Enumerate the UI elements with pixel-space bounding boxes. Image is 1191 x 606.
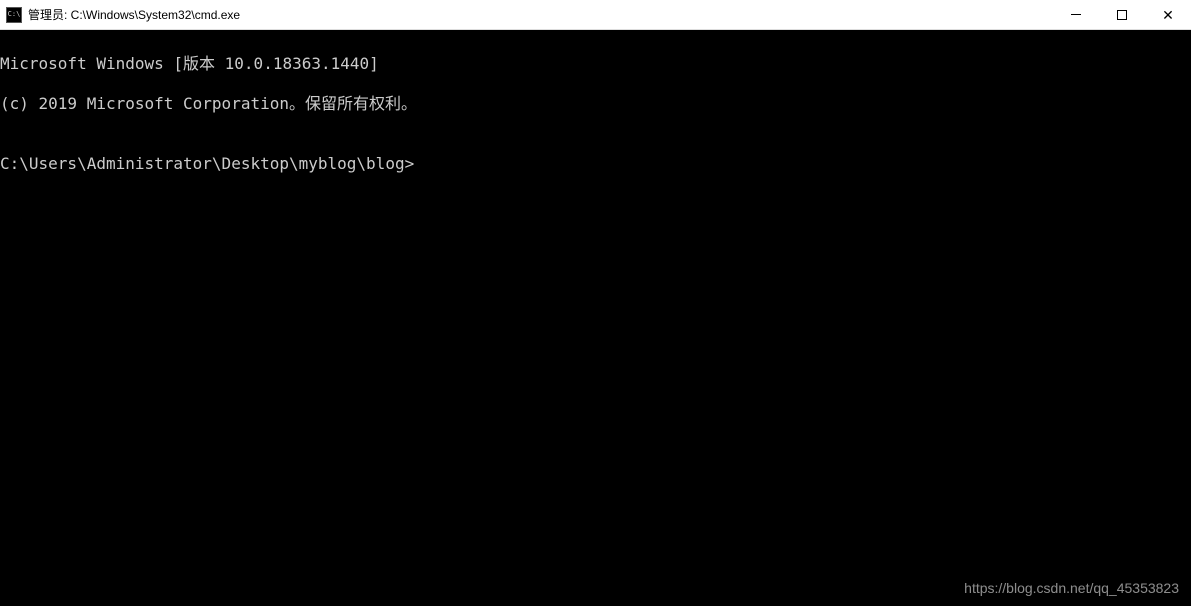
watermark: https://blog.csdn.net/qq_45353823 [964, 580, 1179, 596]
minimize-button[interactable] [1053, 0, 1099, 29]
cmd-icon-label: C:\ [8, 11, 21, 18]
terminal-prompt: C:\Users\Administrator\Desktop\myblog\bl… [0, 154, 1191, 174]
terminal-body[interactable]: Microsoft Windows [版本 10.0.18363.1440] (… [0, 30, 1191, 194]
terminal-copyright-line: (c) 2019 Microsoft Corporation。保留所有权利。 [0, 94, 1191, 114]
close-icon: ✕ [1162, 8, 1174, 22]
window-title: 管理员: C:\Windows\System32\cmd.exe [28, 6, 240, 23]
minimize-icon [1071, 14, 1081, 15]
close-button[interactable]: ✕ [1145, 0, 1191, 29]
maximize-icon [1117, 10, 1127, 20]
window-controls: ✕ [1053, 0, 1191, 29]
title-bar: C:\ 管理员: C:\Windows\System32\cmd.exe ✕ [0, 0, 1191, 30]
title-left: C:\ 管理员: C:\Windows\System32\cmd.exe [0, 6, 240, 23]
cmd-icon: C:\ [6, 7, 22, 23]
terminal-version-line: Microsoft Windows [版本 10.0.18363.1440] [0, 54, 1191, 74]
maximize-button[interactable] [1099, 0, 1145, 29]
